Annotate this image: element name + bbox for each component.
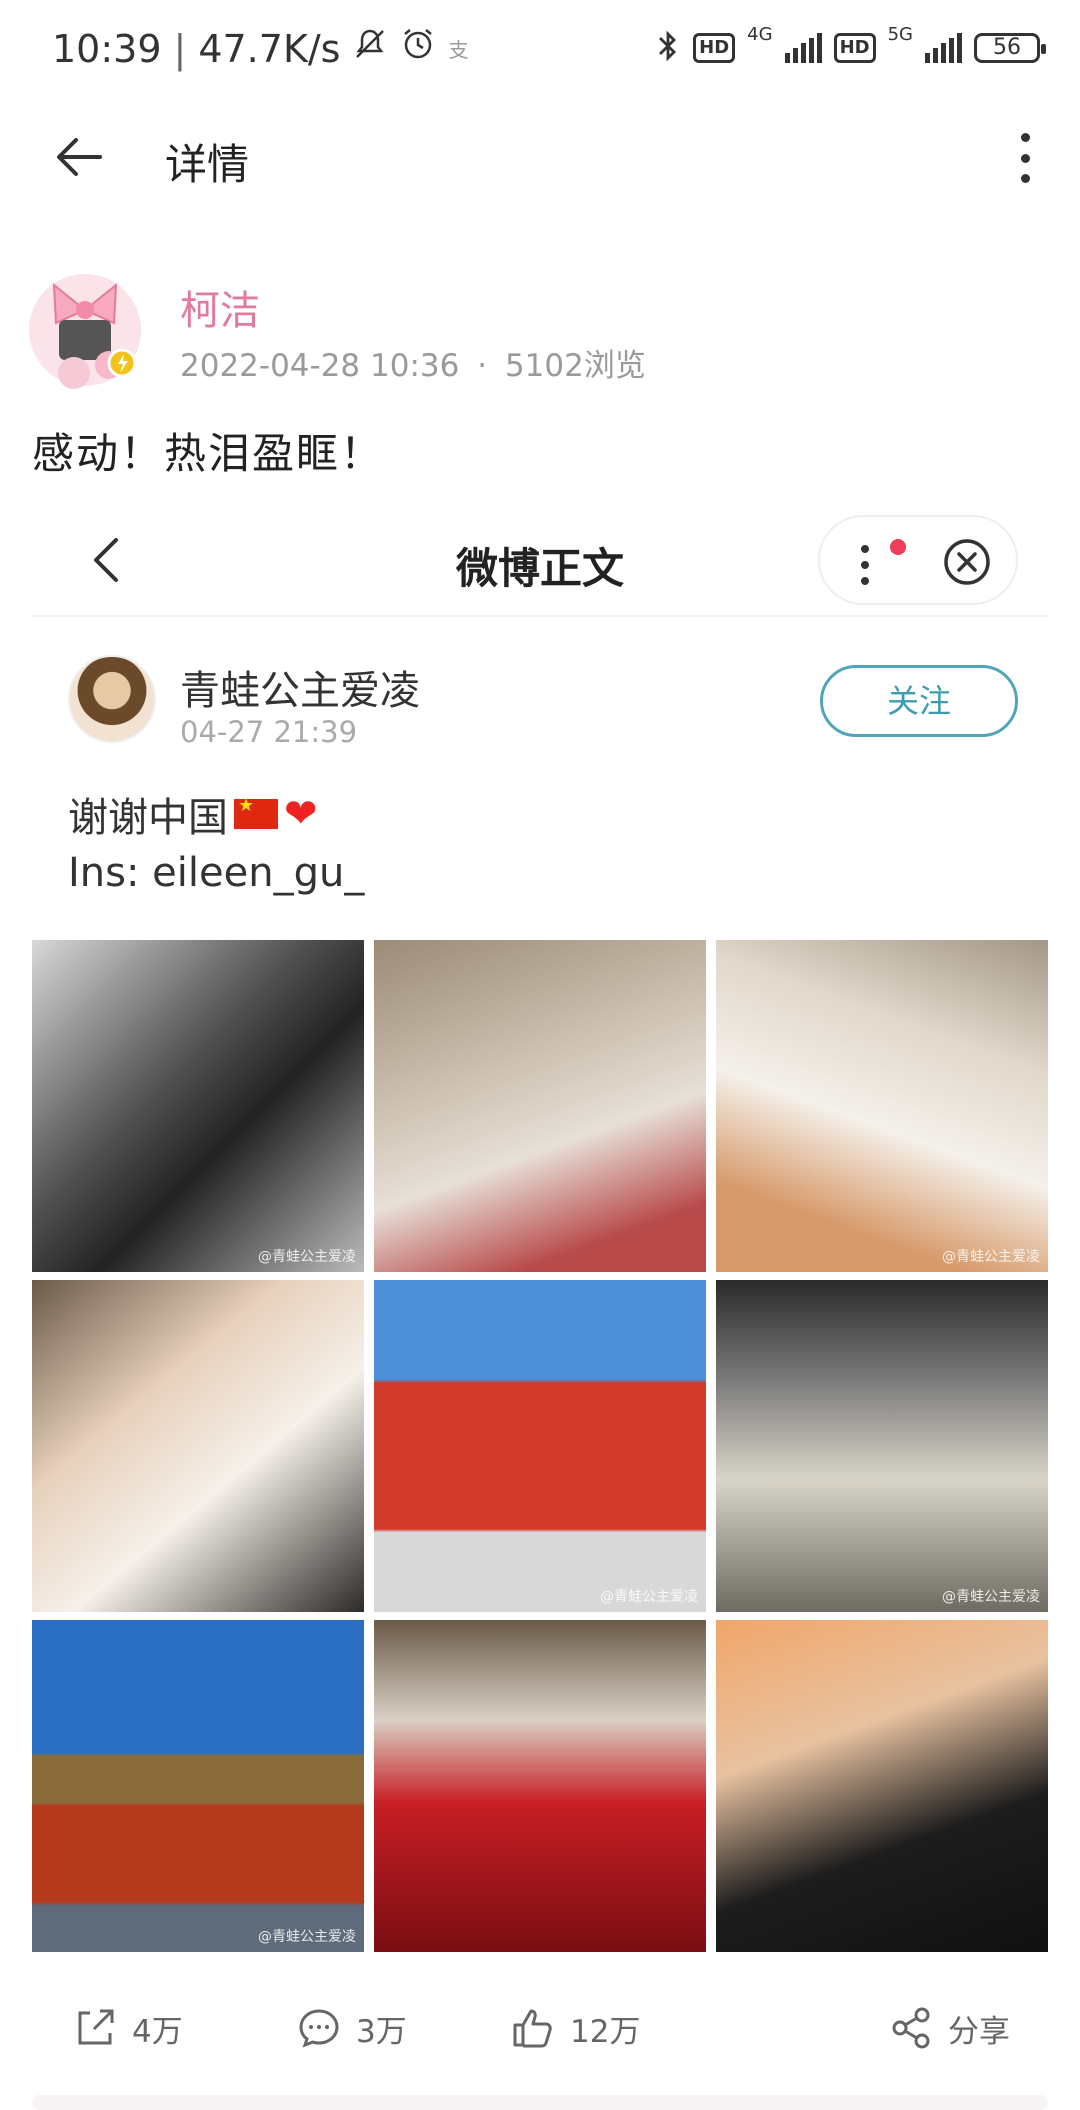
follow-button[interactable]: 关注 (820, 665, 1018, 737)
share-button[interactable]: 分享 (888, 2005, 1010, 2051)
post-meta: 2022-04-28 10:36 · 5102浏览 (180, 348, 646, 384)
page-title: 详情 (165, 140, 250, 189)
grid-image-6[interactable]: @青蛙公主爱凌 (716, 1280, 1048, 1612)
hd-badge-2: HD (833, 33, 876, 63)
next-item-edge (32, 2095, 1048, 2110)
comment-icon (299, 2009, 339, 2048)
share-label: 分享 (948, 2013, 1010, 2050)
signal-icon (784, 33, 822, 63)
grid-image-9[interactable] (716, 1620, 1048, 1952)
grid-image-8[interactable] (374, 1620, 706, 1952)
grid-image-4[interactable] (32, 1280, 364, 1612)
signal-icon-2 (925, 33, 962, 63)
thumbs-up-icon (513, 2009, 552, 2048)
comment-count: 3万 (356, 2013, 407, 2050)
network-5g: 5G (887, 23, 913, 45)
repost-count: 4万 (132, 2013, 183, 2050)
like-button[interactable]: 12万 (510, 2005, 640, 2051)
user-post-time: 04-27 21:39 (180, 715, 358, 749)
network-speed: 47.7K/s (198, 26, 341, 71)
alarm-icon (400, 26, 436, 71)
grid-image-2[interactable] (374, 940, 706, 1272)
user-avatar[interactable] (68, 655, 156, 743)
bluetooth-icon (655, 28, 681, 68)
share-icon (892, 2007, 930, 2049)
author-avatar[interactable] (24, 255, 146, 395)
mute-icon (352, 26, 388, 71)
close-icon[interactable] (942, 537, 992, 587)
embed-action-capsule (818, 515, 1018, 605)
user-name[interactable]: 青蛙公主爱凌 (180, 658, 420, 716)
action-toolbar: 4万 3万 12万 分享 (0, 1985, 1080, 2075)
grid-image-1[interactable]: @青蛙公主爱凌 (32, 940, 364, 1272)
grid-image-3[interactable]: @青蛙公主爱凌 (716, 940, 1048, 1272)
repost-icon (78, 2009, 114, 2045)
status-time: 10:39 (52, 26, 162, 71)
image-grid: @青蛙公主爱凌 @青蛙公主爱凌 @青蛙公主爱凌 @青蛙公主爱凌 @青蛙公主爱凌 (32, 940, 1048, 1952)
view-count: 5102浏览 (504, 348, 646, 384)
back-arrow-icon[interactable] (50, 127, 110, 187)
hd-badge: HD (693, 33, 736, 63)
grid-image-5[interactable]: @青蛙公主爱凌 (374, 1280, 706, 1612)
grid-image-7[interactable]: @青蛙公主爱凌 (32, 1620, 364, 1952)
network-4g: 4G (747, 23, 773, 45)
divider (32, 615, 1048, 617)
post-date: 2022-04-28 10:36 (180, 348, 460, 384)
like-count: 12万 (570, 2013, 641, 2050)
battery-icon: 56 (974, 33, 1046, 63)
embed-more-icon[interactable] (860, 545, 870, 585)
more-options-icon[interactable] (1010, 133, 1040, 183)
repost-button[interactable]: 4万 (72, 2005, 183, 2051)
embedded-weibo-card: 微博正文 青蛙公主爱凌 04-27 21:39 关注 谢谢中国 ❤ Ins: e… (32, 500, 1048, 1970)
author-name[interactable]: 柯洁 (180, 278, 260, 336)
top-bar: 详情 (0, 105, 1080, 210)
embed-text-line2: Ins: eileen_gu_ (68, 850, 365, 896)
embed-text-line1: 谢谢中国 ❤ (68, 785, 318, 843)
status-bar: 10:39 | 47.7K/s 支 HD 4G HD 5G 56 (0, 0, 1080, 105)
china-flag-icon (234, 795, 278, 829)
notification-dot (890, 539, 906, 555)
red-heart-icon: ❤ (284, 791, 318, 837)
comment-button[interactable]: 3万 (296, 2005, 407, 2051)
alipay-icon: 支 (448, 38, 469, 62)
post-text: 感动！热泪盈眶！ (32, 429, 385, 478)
